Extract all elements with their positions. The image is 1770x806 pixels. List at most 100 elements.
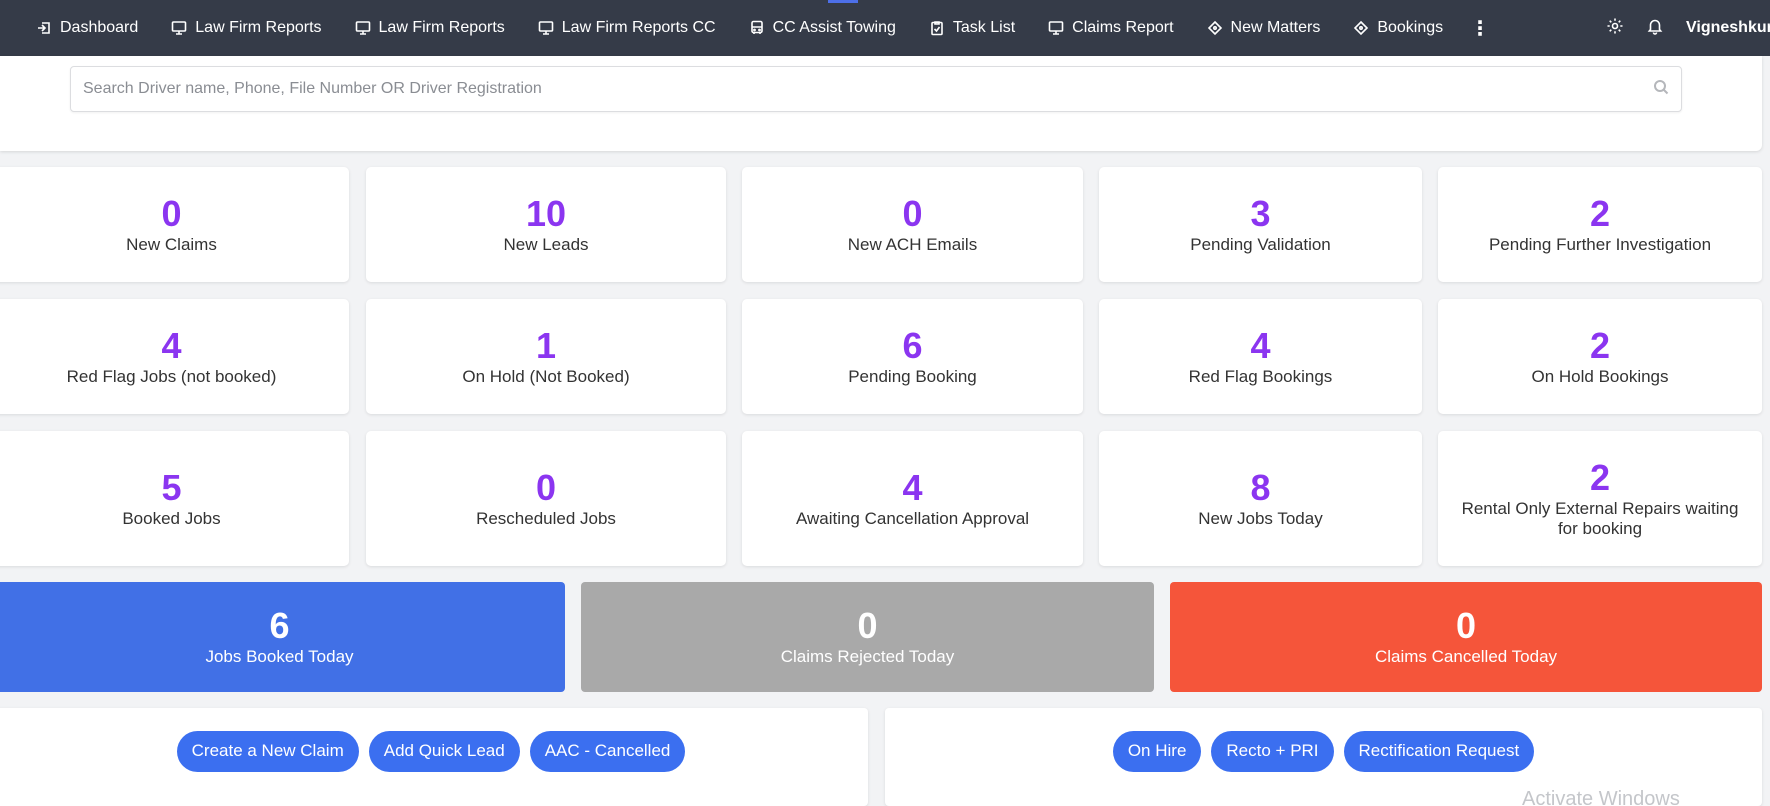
stat-value: 8 [1250,466,1271,508]
login-arrow-icon [36,20,52,36]
stat-card-new-jobs-today[interactable]: 8 New Jobs Today [1099,431,1422,566]
stat-label: Pending Further Investigation [1488,234,1712,254]
summary-card-jobs-booked-today[interactable]: 6 Jobs Booked Today [0,582,565,692]
summary-label: Claims Cancelled Today [1374,647,1558,666]
nav-right-tools: Vigneshkur [1606,0,1770,56]
activate-windows-watermark: Activate Windows [1522,788,1680,806]
nav-item-label: Claims Report [1072,19,1174,36]
stat-label: Pending Validation [1190,234,1331,254]
aac-cancelled-button[interactable]: AAC - Cancelled [529,730,686,772]
stat-card-red-flag-jobs[interactable]: 4 Red Flag Jobs (not booked) [0,299,349,414]
monitor-icon [538,20,554,36]
stat-value: 5 [161,466,182,508]
stat-card-on-hold-not-booked[interactable]: 1 On Hold (Not Booked) [366,299,726,414]
nav-item-label: Dashboard [60,19,139,36]
nav-item-bookings[interactable]: Bookings [1353,0,1443,56]
top-navbar: Dashboard Law Firm Reports Law Firm Repo… [0,0,1770,56]
monitor-icon [1048,20,1064,36]
stat-card-pending-validation[interactable]: 3 Pending Validation [1099,167,1422,282]
nav-item-label: Law Firm Reports [195,19,322,36]
monitor-icon [171,20,187,36]
nav-item-new-matters[interactable]: New Matters [1207,0,1321,56]
stat-card-rental-only-external-repairs[interactable]: 2 Rental Only External Repairs waiting f… [1438,431,1762,566]
summary-label: Claims Rejected Today [780,647,955,666]
stat-label: New ACH Emails [847,234,978,254]
create-new-claim-button[interactable]: Create a New Claim [176,730,359,772]
on-hire-button[interactable]: On Hire [1112,730,1202,772]
nav-item-label: Task List [952,19,1016,36]
more-menu-icon[interactable]: ⋮ [1470,16,1490,41]
stat-card-awaiting-cancellation-approval[interactable]: 4 Awaiting Cancellation Approval [742,431,1083,566]
nav-item-label: CC Assist Towing [772,19,896,36]
nav-item-label: Law Firm Reports CC [561,19,716,36]
stat-label: On Hold (Not Booked) [462,366,630,386]
stat-card-new-claims[interactable]: 0 New Claims [0,167,349,282]
stat-card-red-flag-bookings[interactable]: 4 Red Flag Bookings [1099,299,1422,414]
user-name[interactable]: Vigneshkur [1686,19,1770,37]
rectification-request-button[interactable]: Rectification Request [1343,730,1535,772]
nav-item-cc-assist-towing[interactable]: CC Assist Towing [749,0,896,56]
summary-card-claims-cancelled-today[interactable]: 0 Claims Cancelled Today [1170,582,1762,692]
nav-item-claims-report[interactable]: Claims Report [1048,0,1174,56]
summary-label: Jobs Booked Today [205,647,354,666]
settings-gear-icon[interactable] [1606,17,1624,40]
recto-pri-button[interactable]: Recto + PRI [1211,730,1334,772]
monitor-icon [355,20,371,36]
stat-value: 0 [902,192,923,234]
summary-value: 0 [857,605,878,646]
notification-bell-icon[interactable] [1646,17,1664,40]
truck-icon [749,20,765,36]
diamond-icon [1353,20,1369,36]
stat-value: 4 [161,324,182,366]
summary-value: 6 [269,605,290,646]
nav-item-dashboard[interactable]: Dashboard [36,0,138,56]
stat-label: Booked Jobs [122,508,221,528]
stat-value: 0 [535,466,557,508]
nav-item-label: Bookings [1377,19,1444,36]
stat-card-pending-booking[interactable]: 6 Pending Booking [742,299,1083,414]
nav-item-law-firm-reports-2[interactable]: Law Firm Reports [355,0,505,56]
stat-card-rescheduled-jobs[interactable]: 0 Rescheduled Jobs [366,431,726,566]
stat-label: Pending Booking [848,366,977,386]
stat-card-new-leads[interactable]: 10 New Leads [366,167,726,282]
stat-value: 2 [1589,324,1611,366]
search-panel [0,56,1762,151]
stat-value: 4 [902,466,923,508]
nav-item-label: New Matters [1230,19,1321,36]
stat-value: 0 [161,192,182,234]
nav-item-label: Law Firm Reports [378,19,505,36]
stat-value: 6 [902,324,923,366]
stat-card-new-ach-emails[interactable]: 0 New ACH Emails [742,167,1083,282]
stat-card-pending-further-investigation[interactable]: 2 Pending Further Investigation [1438,167,1762,282]
stat-value: 10 [525,192,567,234]
search-input[interactable] [83,80,1653,98]
stat-label: Rescheduled Jobs [476,508,616,528]
clipboard-icon [929,20,945,36]
nav-menu: Dashboard Law Firm Reports Law Firm Repo… [0,0,1490,56]
nav-item-law-firm-reports-cc[interactable]: Law Firm Reports CC [538,0,716,56]
stat-value: 2 [1589,456,1611,498]
summary-card-claims-rejected-today[interactable]: 0 Claims Rejected Today [581,582,1154,692]
stat-label: New Claims [126,234,217,254]
stat-label: Awaiting Cancellation Approval [795,508,1030,528]
summary-value: 0 [1455,605,1477,646]
stat-value: 4 [1250,324,1271,366]
diamond-icon [1207,20,1223,36]
active-nav-indicator [828,0,858,3]
quick-actions-left: Create a New Claim Add Quick Lead AAC - … [0,708,868,806]
stat-value: 3 [1250,192,1271,234]
stat-label: On Hold Bookings [1531,366,1669,386]
search-icon[interactable] [1653,79,1669,100]
nav-item-task-list[interactable]: Task List [929,0,1015,56]
search-box [70,66,1682,112]
stat-value: 2 [1589,192,1611,234]
stat-label: Red Flag Jobs (not booked) [66,366,277,386]
nav-item-law-firm-reports[interactable]: Law Firm Reports [171,0,322,56]
stat-value: 1 [535,324,557,366]
add-quick-lead-button[interactable]: Add Quick Lead [368,730,520,772]
stat-label: New Leads [503,234,589,254]
stat-label: New Jobs Today [1198,508,1323,528]
stat-label: Red Flag Bookings [1188,366,1333,386]
stat-card-booked-jobs[interactable]: 5 Booked Jobs [0,431,349,566]
stat-card-on-hold-bookings[interactable]: 2 On Hold Bookings [1438,299,1762,414]
